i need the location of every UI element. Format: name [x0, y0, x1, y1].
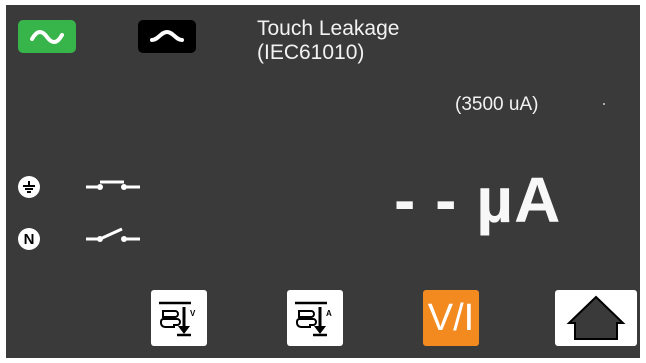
- instrument-screen: Touch Leakage (IEC61010) (3500 uA) N - -…: [6, 5, 640, 358]
- neutral-label: N: [23, 230, 35, 248]
- test-standard: (IEC61010): [257, 41, 365, 64]
- ac-mode-button-active[interactable]: [18, 20, 76, 53]
- hand-press-a-icon: A: [295, 301, 332, 337]
- hold-voltage-button[interactable]: V: [151, 290, 207, 346]
- neutral-icon: N: [18, 228, 40, 250]
- neutral-switch-open-icon: [86, 227, 140, 242]
- home-icon: [566, 295, 626, 340]
- test-title: Touch Leakage: [257, 17, 400, 40]
- range-label: (3500 uA): [455, 94, 539, 115]
- vi-toggle-button[interactable]: V/I: [423, 290, 479, 346]
- sine-wave-icon: [30, 29, 64, 44]
- earth-switch-closed-icon: [86, 180, 140, 190]
- hold-v-label: V: [190, 309, 196, 318]
- half-wave-icon: [150, 29, 184, 42]
- hold-current-button[interactable]: A: [287, 290, 343, 346]
- dot-marker: [603, 103, 605, 105]
- ac-mode-button[interactable]: [138, 20, 196, 53]
- vi-label: V/I: [427, 296, 475, 339]
- measurement-reading: - - µA: [394, 164, 562, 236]
- earth-icon: [18, 176, 40, 198]
- hand-press-v-icon: V: [159, 301, 196, 337]
- home-button[interactable]: [555, 290, 637, 346]
- hold-a-label: A: [326, 309, 332, 318]
